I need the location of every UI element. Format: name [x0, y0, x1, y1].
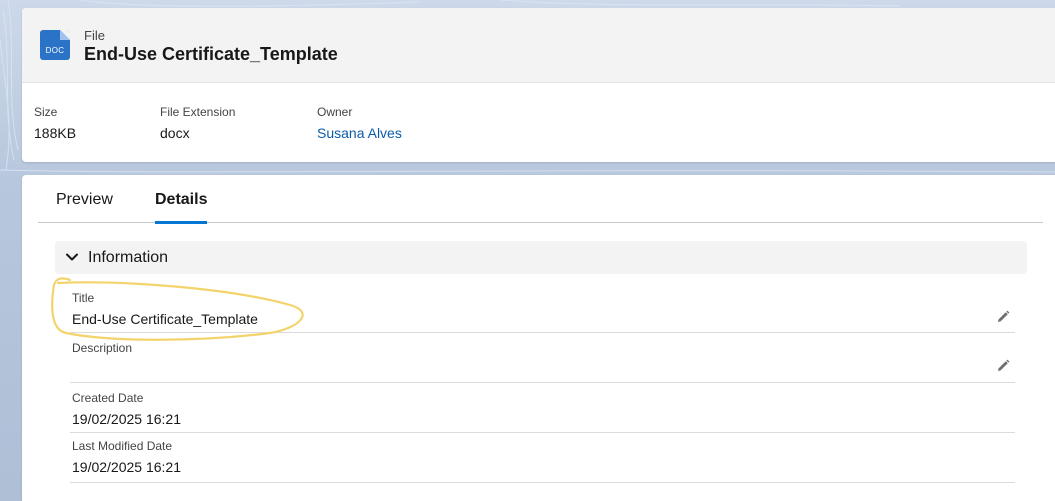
- highlight-file-extension: File Extension docx: [160, 105, 235, 141]
- record-title: End-Use Certificate_Template: [84, 44, 338, 64]
- highlight-file-extension-label: File Extension: [160, 105, 236, 119]
- chevron-down-icon: [66, 253, 78, 261]
- pencil-edit-icon[interactable]: [995, 309, 1011, 325]
- field-description: Description: [70, 333, 1015, 383]
- field-title-value: End-Use Certificate_Template: [72, 311, 258, 327]
- record-header-top: DOC File End-Use Certificate_Template: [22, 8, 1055, 83]
- field-created-date-label: Created Date: [72, 391, 144, 405]
- field-last-modified-date: Last Modified Date 19/02/2025 16:21: [70, 433, 1015, 483]
- doc-file-icon: DOC: [40, 30, 70, 60]
- owner-link[interactable]: Susana Alves: [317, 125, 402, 141]
- tab-details[interactable]: Details: [155, 191, 208, 224]
- tab-preview[interactable]: Preview: [56, 191, 113, 223]
- highlight-owner-label: Owner: [317, 105, 353, 119]
- field-title-label: Title: [72, 291, 95, 305]
- highlight-owner: Owner Susana Alves: [317, 105, 402, 141]
- details-card: Preview Details Information Title End-Us…: [22, 175, 1055, 501]
- highlight-size-label: Size: [34, 105, 58, 119]
- highlight-size-value: 188KB: [34, 125, 77, 141]
- doc-icon-text: DOC: [45, 46, 65, 55]
- field-description-label: Description: [72, 341, 133, 355]
- section-information-header[interactable]: Information: [55, 241, 1027, 274]
- field-created-date-value: 19/02/2025 16:21: [72, 411, 181, 427]
- field-title: Title End-Use Certificate_Template: [70, 285, 1015, 333]
- section-title: Information: [88, 249, 169, 266]
- field-last-modified-date-value: 19/02/2025 16:21: [72, 459, 181, 475]
- tab-bar: Preview Details: [38, 175, 1043, 224]
- highlight-file-extension-value: docx: [160, 125, 190, 141]
- pencil-edit-icon[interactable]: [995, 358, 1011, 374]
- field-created-date: Created Date 19/02/2025 16:21: [70, 383, 1015, 433]
- field-last-modified-date-label: Last Modified Date: [72, 439, 173, 453]
- record-header: DOC File End-Use Certificate_Template Si…: [22, 8, 1055, 162]
- object-type-label: File: [84, 28, 105, 43]
- highlight-size: Size 188KB: [34, 105, 76, 141]
